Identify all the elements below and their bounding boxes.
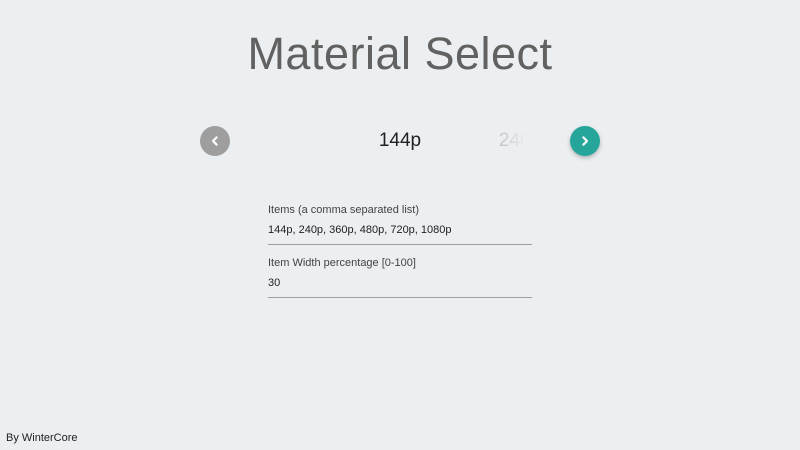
select-item[interactable]: 144p: [340, 126, 460, 156]
chevron-right-icon: [582, 136, 589, 146]
author-credit: By WinterCore: [6, 432, 78, 444]
settings-form: Items (a comma separated list) Item Widt…: [268, 203, 532, 309]
select-item[interactable]: 240p: [460, 126, 530, 156]
width-field-label: Item Width percentage [0-100]: [268, 257, 416, 269]
select-viewport: 144p240p360p480p720p1080p: [340, 126, 530, 156]
chevron-left-icon: [211, 136, 218, 146]
items-field-label: Items (a comma separated list): [268, 204, 419, 216]
previous-button[interactable]: [200, 126, 230, 156]
page: Material Select 144p240p360p480p720p1080…: [0, 0, 800, 450]
page-title: Material Select: [247, 28, 553, 79]
items-input[interactable]: [268, 222, 532, 245]
next-button[interactable]: [570, 126, 600, 156]
items-field: Items (a comma separated list): [268, 203, 532, 245]
width-input[interactable]: [268, 275, 532, 298]
width-field: Item Width percentage [0-100]: [268, 256, 532, 298]
material-select: 144p240p360p480p720p1080p: [200, 126, 600, 156]
